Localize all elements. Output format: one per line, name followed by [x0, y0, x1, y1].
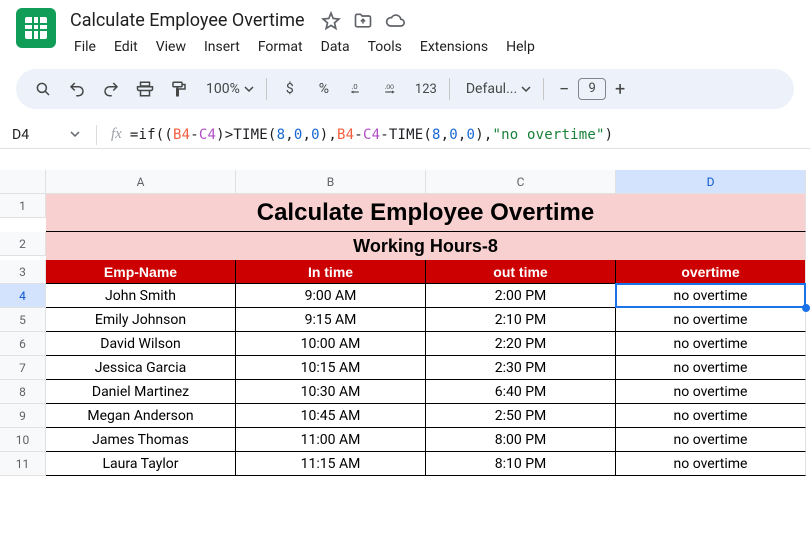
decrease-decimal-icon[interactable]: .0 [343, 74, 373, 104]
increase-font-size-button[interactable]: + [608, 77, 632, 101]
move-to-folder-icon[interactable] [353, 11, 373, 31]
menu-file[interactable]: File [66, 35, 104, 59]
toolbar: 100% $ % .0 .00 123 Defaul... − 9 + [16, 69, 794, 109]
row-header-4[interactable]: 4 [0, 284, 46, 308]
cell[interactable]: 11:00 AM [236, 428, 426, 452]
row-header-8[interactable]: 8 [0, 380, 46, 404]
column-header-C[interactable]: C [426, 170, 616, 194]
cell[interactable]: no overtime [616, 332, 806, 356]
cell[interactable]: 8:10 PM [426, 452, 616, 476]
cell[interactable]: James Thomas [46, 428, 236, 452]
format-currency-button[interactable]: $ [275, 74, 305, 104]
cell[interactable]: no overtime [616, 356, 806, 380]
column-header-D[interactable]: D [616, 170, 806, 194]
cell[interactable]: no overtime [616, 452, 806, 476]
menu-extensions[interactable]: Extensions [412, 35, 496, 59]
row-header-3[interactable]: 3 [0, 260, 46, 284]
cell[interactable]: John Smith [46, 284, 236, 308]
menu-help[interactable]: Help [498, 35, 543, 59]
increase-decimal-icon[interactable]: .00 [377, 74, 407, 104]
cell[interactable]: 2:50 PM [426, 404, 616, 428]
menu-edit[interactable]: Edit [106, 35, 146, 59]
cell[interactable]: 11:15 AM [236, 452, 426, 476]
table-header[interactable]: overtime [616, 260, 806, 284]
fx-icon: fx [103, 126, 130, 143]
undo-icon[interactable] [62, 74, 92, 104]
cell[interactable]: 6:40 PM [426, 380, 616, 404]
menu-format[interactable]: Format [250, 35, 311, 59]
cell[interactable]: 2:10 PM [426, 308, 616, 332]
column-header-B[interactable]: B [236, 170, 426, 194]
menu-insert[interactable]: Insert [196, 35, 248, 59]
sheet-title-cell[interactable]: Calculate Employee Overtime [46, 194, 806, 232]
cell[interactable]: no overtime [616, 308, 806, 332]
cell[interactable]: 9:00 AM [236, 284, 426, 308]
titlebar: Calculate Employee Overtime File Edit Vi… [0, 0, 810, 59]
cell[interactable]: Emily Johnson [46, 308, 236, 332]
menubar: File Edit View Insert Format Data Tools … [66, 35, 543, 59]
cloud-status-icon[interactable] [385, 11, 405, 31]
table-header[interactable]: In time [236, 260, 426, 284]
cell[interactable]: no overtime [616, 428, 806, 452]
row-header-5[interactable]: 5 [0, 308, 46, 332]
svg-text:.0: .0 [351, 82, 357, 91]
cell[interactable]: 2:30 PM [426, 356, 616, 380]
cell[interactable]: 10:00 AM [236, 332, 426, 356]
font-size-group: − 9 + [552, 77, 632, 101]
row-header-2[interactable]: 2 [0, 232, 46, 256]
row-header-6[interactable]: 6 [0, 332, 46, 356]
cell[interactable]: Jessica Garcia [46, 356, 236, 380]
cell[interactable]: Megan Anderson [46, 404, 236, 428]
cell[interactable]: 10:30 AM [236, 380, 426, 404]
svg-text:.00: .00 [384, 84, 394, 91]
redo-icon[interactable] [96, 74, 126, 104]
spreadsheet-grid[interactable]: ABCD 1Calculate Employee Overtime2Working… [0, 170, 810, 541]
cell[interactable]: 9:15 AM [236, 308, 426, 332]
column-header-A[interactable]: A [46, 170, 236, 194]
table-header[interactable]: Emp-Name [46, 260, 236, 284]
format-percent-button[interactable]: % [309, 74, 339, 104]
search-menus-icon[interactable] [28, 74, 58, 104]
cell[interactable]: 10:45 AM [236, 404, 426, 428]
cell[interactable]: 8:00 PM [426, 428, 616, 452]
cell[interactable]: 2:20 PM [426, 332, 616, 356]
name-box[interactable]: D4 [0, 127, 60, 143]
font-selector[interactable]: Defaul... [458, 81, 535, 97]
decrease-font-size-button[interactable]: − [552, 77, 576, 101]
menu-view[interactable]: View [148, 35, 194, 59]
cell[interactable]: no overtime [616, 284, 806, 308]
star-icon[interactable] [321, 11, 341, 31]
format-123-button[interactable]: 123 [411, 74, 441, 104]
sheets-logo-icon[interactable] [16, 8, 56, 48]
formula-bar: D4 fx =if((B4-C4)>TIME(8,0,0),B4-C4-TIME… [0, 121, 810, 149]
cell[interactable]: Laura Taylor [46, 452, 236, 476]
menu-tools[interactable]: Tools [360, 35, 410, 59]
sheet-subtitle-cell[interactable]: Working Hours-8 [46, 232, 806, 260]
document-title[interactable]: Calculate Employee Overtime [66, 8, 309, 33]
formula-input[interactable]: =if((B4-C4)>TIME(8,0,0),B4-C4-TIME(8,0,0… [130, 127, 613, 143]
paint-format-icon[interactable] [164, 74, 194, 104]
row-header-7[interactable]: 7 [0, 356, 46, 380]
print-icon[interactable] [130, 74, 160, 104]
row-header-10[interactable]: 10 [0, 428, 46, 452]
select-all-corner[interactable] [0, 170, 46, 194]
menu-data[interactable]: Data [313, 35, 358, 59]
name-box-dropdown-icon[interactable] [60, 127, 90, 143]
row-header-1[interactable]: 1 [0, 194, 46, 218]
font-size-input[interactable]: 9 [578, 78, 606, 100]
zoom-selector[interactable]: 100% [198, 81, 258, 97]
cell[interactable]: no overtime [616, 380, 806, 404]
cell[interactable]: Daniel Martinez [46, 380, 236, 404]
cell[interactable]: 10:15 AM [236, 356, 426, 380]
cell[interactable]: David Wilson [46, 332, 236, 356]
cell[interactable]: no overtime [616, 404, 806, 428]
row-header-11[interactable]: 11 [0, 452, 46, 476]
row-header-9[interactable]: 9 [0, 404, 46, 428]
table-header[interactable]: out time [426, 260, 616, 284]
cell[interactable]: 2:00 PM [426, 284, 616, 308]
